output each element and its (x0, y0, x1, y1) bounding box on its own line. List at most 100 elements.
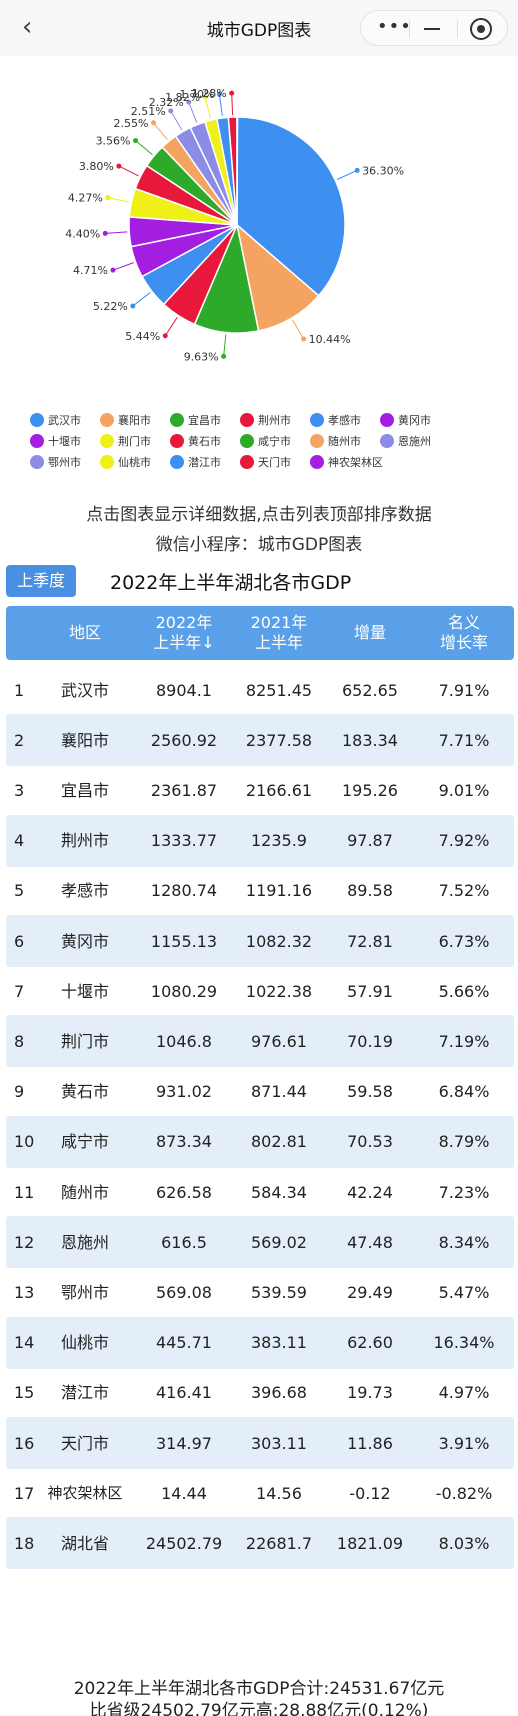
row-gdp-2022: 569.08 (156, 1282, 212, 1302)
more-dots-icon[interactable]: ••• (377, 16, 412, 37)
row-growth-rate: 8.79% (438, 1132, 490, 1152)
legend-item[interactable]: 荆州市 (240, 412, 291, 430)
row-index: 6 (14, 931, 25, 951)
header-rate-line2: 增长率 (439, 633, 488, 652)
row-increase: 57.91 (347, 981, 393, 1001)
table-row[interactable]: 10 咸宁市 873.34 802.81 70.53 8.79% (6, 1115, 514, 1168)
table-row[interactable]: 4 荆州市 1333.77 1235.9 97.87 7.92% (6, 814, 514, 867)
row-region: 宜昌市 (60, 780, 109, 800)
table-row[interactable]: 8 荆门市 1046.8 976.61 70.19 7.19% (6, 1015, 514, 1068)
table-row[interactable]: 1 武汉市 8904.1 8251.45 652.65 7.91% (6, 664, 514, 716)
row-index: 11 (14, 1182, 35, 1202)
pie-data-label: 2.55% (114, 117, 149, 130)
table-row[interactable]: 7 十堰市 1080.29 1022.38 57.91 5.66% (6, 965, 514, 1017)
legend-label: 荆州市 (258, 414, 291, 427)
row-gdp-2021: 569.02 (251, 1232, 307, 1252)
row-increase: 19.73 (347, 1383, 393, 1403)
row-gdp-2021: 2377.58 (245, 730, 313, 750)
row-region: 湖北省 (60, 1533, 109, 1553)
header-2021[interactable]: 2021年 上半年 (232, 606, 326, 660)
table-row[interactable]: 9 黄石市 931.02 871.44 59.58 6.84% (6, 1066, 514, 1118)
target-close-icon[interactable] (470, 18, 492, 40)
table-row[interactable]: 17 神农架林区 14.44 14.56 -0.12 -0.82% (6, 1467, 514, 1519)
table-row[interactable]: 2 襄阳市 2560.92 2377.58 183.34 7.71% (6, 714, 514, 767)
table-row[interactable]: 3 宜昌市 2361.87 2166.61 195.26 9.01% (6, 764, 514, 816)
row-increase: 70.53 (347, 1132, 393, 1152)
row-growth-rate: -0.82% (435, 1483, 493, 1503)
table-row[interactable]: 15 潜江市 416.41 396.68 19.73 4.97% (6, 1367, 514, 1419)
label-leader-line (118, 165, 139, 177)
legend-item[interactable]: 孝感市 (310, 412, 361, 430)
row-increase: 72.81 (347, 931, 393, 951)
header-region[interactable]: 地区 (34, 606, 136, 660)
row-increase: 62.60 (347, 1333, 393, 1353)
row-increase: 89.58 (347, 881, 393, 901)
row-gdp-2022: 1155.13 (150, 931, 218, 951)
legend-item[interactable]: 咸宁市 (240, 433, 291, 451)
row-gdp-2022: 416.41 (156, 1383, 212, 1403)
table-row[interactable]: 13 鄂州市 569.08 539.59 29.49 5.47% (6, 1266, 514, 1318)
legend-item[interactable]: 黄冈市 (380, 412, 431, 430)
legend-swatch (310, 413, 324, 427)
gdp-pie-chart[interactable]: 36.30% 10.44% 9.63% 5.44% 5.22% 4.71% 4.40% 4.2… (0, 40, 518, 400)
legend-item[interactable]: 荆门市 (100, 433, 151, 451)
row-region: 咸宁市 (60, 1132, 109, 1152)
legend-swatch (240, 455, 254, 469)
legend-swatch (100, 455, 114, 469)
label-leader-line (153, 122, 168, 141)
legend-item[interactable]: 潜江市 (170, 454, 221, 472)
row-increase: 29.49 (347, 1282, 393, 1302)
row-growth-rate: 7.71% (438, 730, 490, 750)
row-index: 2 (14, 730, 25, 750)
legend-item[interactable]: 十堰市 (30, 433, 81, 451)
row-region: 襄阳市 (60, 730, 109, 750)
previous-quarter-button[interactable]: 上季度 (6, 565, 76, 597)
minimize-icon[interactable] (424, 28, 440, 30)
legend-label: 潜江市 (188, 456, 221, 469)
legend-item[interactable]: 随州市 (310, 433, 361, 451)
row-growth-rate: 6.73% (438, 931, 490, 951)
row-gdp-2021: 14.56 (256, 1483, 302, 1503)
legend-item[interactable]: 仙桃市 (100, 454, 151, 472)
table-row[interactable]: 14 仙桃市 445.71 383.11 62.60 16.34% (6, 1316, 514, 1369)
pie-data-label: 5.44% (125, 330, 160, 343)
legend-item[interactable]: 宜昌市 (170, 412, 221, 430)
row-increase: 47.48 (347, 1232, 393, 1252)
legend-item[interactable]: 武汉市 (30, 412, 81, 430)
row-growth-rate: 9.01% (438, 780, 490, 800)
legend-swatch (380, 434, 394, 448)
table-row[interactable]: 12 恩施州 616.5 569.02 47.48 8.34% (6, 1216, 514, 1269)
row-index: 5 (14, 881, 25, 901)
label-leader-line (188, 101, 198, 123)
table-header: 地区 2022年 上半年↓ 2021年 上半年 增量 名义 增长率 (6, 606, 514, 660)
legend-item[interactable]: 神农架林区 (310, 454, 383, 472)
row-gdp-2021: 1191.16 (245, 881, 313, 901)
label-leader-line (292, 319, 305, 340)
legend-item[interactable]: 黄石市 (170, 433, 221, 451)
pie-data-label: 4.40% (65, 227, 100, 240)
legend-item[interactable]: 鄂州市 (30, 454, 81, 472)
row-growth-rate: 3.91% (438, 1433, 490, 1453)
row-gdp-2022: 2560.92 (150, 730, 218, 750)
row-region: 孝感市 (60, 881, 109, 901)
label-leader-line (231, 93, 234, 116)
label-leader-dot (110, 267, 116, 273)
row-increase: 652.65 (342, 680, 398, 700)
table-title: 2022年上半年湖北各市GDP (110, 572, 352, 594)
row-gdp-2021: 2166.61 (245, 780, 313, 800)
label-leader-dot (102, 230, 108, 236)
table-row[interactable]: 18 湖北省 24502.79 22681.7 1821.09 8.03% (6, 1517, 514, 1570)
table-row[interactable]: 6 黄冈市 1155.13 1082.32 72.81 6.73% (6, 915, 514, 967)
label-leader-dot (162, 333, 168, 339)
legend-item[interactable]: 恩施州 (380, 433, 431, 451)
table-row[interactable]: 11 随州市 626.58 584.34 42.24 7.23% (6, 1166, 514, 1218)
legend-item[interactable]: 天门市 (240, 454, 291, 472)
header-increase[interactable]: 增量 (326, 606, 414, 660)
row-increase: 1821.09 (336, 1533, 404, 1553)
row-gdp-2021: 8251.45 (245, 680, 313, 700)
header-2022[interactable]: 2022年 上半年↓ (136, 606, 232, 660)
header-growth-rate[interactable]: 名义 增长率 (414, 606, 514, 660)
legend-item[interactable]: 襄阳市 (100, 412, 151, 430)
table-row[interactable]: 16 天门市 314.97 303.11 11.86 3.91% (6, 1417, 514, 1469)
table-row[interactable]: 5 孝感市 1280.74 1191.16 89.58 7.52% (6, 865, 514, 917)
